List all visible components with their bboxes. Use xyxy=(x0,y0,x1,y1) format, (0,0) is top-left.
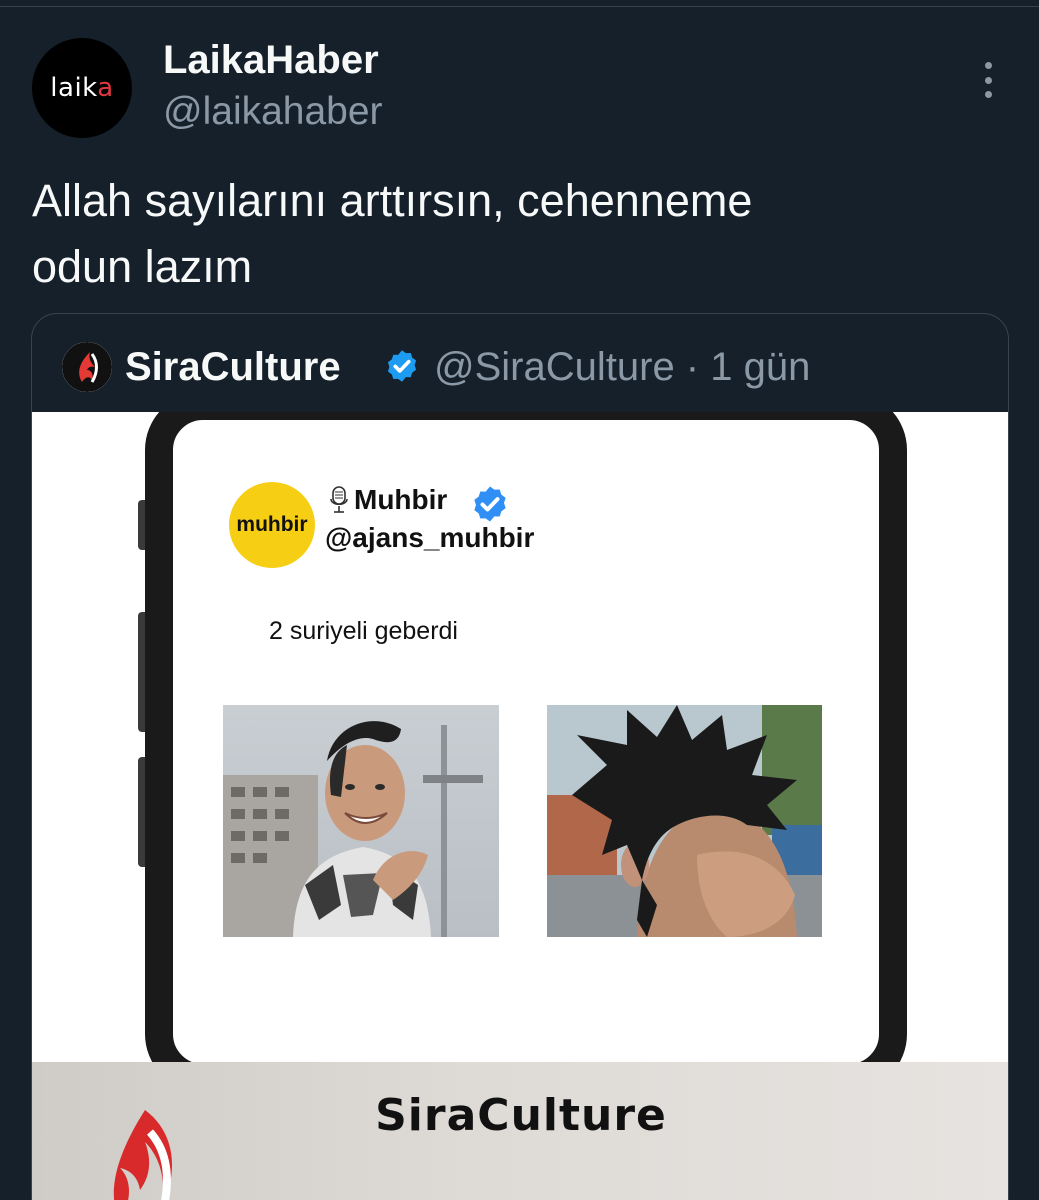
siraculture-avatar-icon xyxy=(62,342,112,392)
siraculture-banner: SiraCulture xyxy=(32,1062,1008,1200)
inner-author-handle: @ajans_muhbir xyxy=(325,522,535,553)
inner-post-text: 2 suriyeli geberdi xyxy=(269,617,458,645)
quoted-author-avatar[interactable] xyxy=(62,342,112,392)
quoted-tweet-card[interactable]: SiraCulture @SiraCulture · 1 gün muhbir … xyxy=(31,313,1009,1200)
siraculture-logo-icon xyxy=(113,1110,172,1200)
quoted-author-meta: @SiraCulture · 1 gün xyxy=(434,345,811,389)
avatar-logo-text: laika xyxy=(50,73,114,103)
more-icon[interactable] xyxy=(970,58,1006,102)
inner-author-name: Muhbir xyxy=(354,484,448,515)
verified-badge-icon xyxy=(387,350,417,382)
quoted-tweet-media[interactable]: muhbir Muhbir @ajans_muhbir 2 suriyeli g… xyxy=(32,412,1008,1200)
author-display-name[interactable]: LaikaHaber xyxy=(163,38,379,83)
inner-photo xyxy=(547,705,822,937)
inner-photo xyxy=(223,705,499,937)
author-handle[interactable]: @laikahaber xyxy=(163,90,383,134)
muhbir-logo: muhbir xyxy=(229,482,315,568)
microphone-icon xyxy=(330,486,348,513)
quoted-author-name[interactable]: SiraCulture xyxy=(125,345,341,390)
quoted-tweet-header: SiraCulture @SiraCulture · 1 gün xyxy=(32,314,1008,412)
tweet-text: Allah sayılarını arttırsın, cehenneme od… xyxy=(32,175,753,292)
verified-badge-icon xyxy=(474,486,506,522)
author-avatar[interactable]: laika xyxy=(32,38,132,138)
top-divider xyxy=(0,6,1039,7)
